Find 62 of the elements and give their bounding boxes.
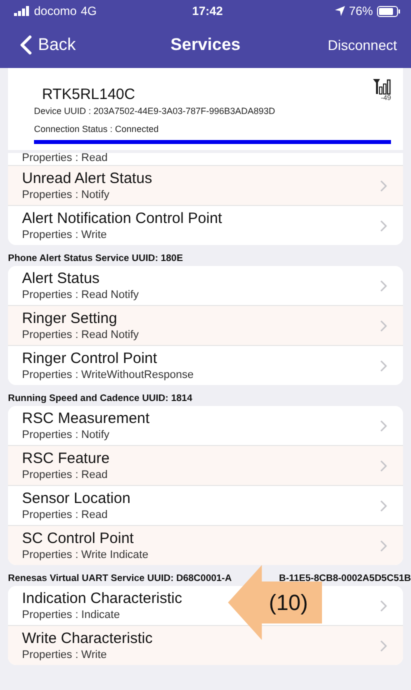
characteristic-row[interactable]: Properties : Read xyxy=(8,153,403,166)
location-arrow-icon xyxy=(334,6,345,16)
back-button[interactable]: Back xyxy=(20,35,76,55)
characteristic-row[interactable]: RSC Measurement Properties : Notify xyxy=(8,406,403,446)
characteristic-name: Alert Notification Control Point xyxy=(22,210,222,228)
characteristic-properties: Properties : Notify xyxy=(22,188,110,202)
characteristic-properties: Properties : Notify xyxy=(22,428,110,442)
chevron-right-icon xyxy=(380,420,387,432)
page-title: Services xyxy=(170,35,240,55)
carrier-name: docomo xyxy=(34,4,77,18)
characteristic-properties: Properties : Read Notify xyxy=(22,288,139,302)
characteristic-properties: Properties : WriteWithoutResponse xyxy=(22,368,194,382)
chevron-right-icon xyxy=(380,500,387,512)
service-header: Renesas Virtual UART Service UUID: D68C0001-A xyxy=(7,573,232,584)
characteristic-name: SC Control Point xyxy=(22,530,135,548)
device-uuid: Device UUID : 203A7502-44E9-3A03-787F-996B3ADA893D xyxy=(34,106,276,116)
chevron-right-icon xyxy=(380,600,387,612)
characteristic-name: Write Characteristic xyxy=(22,630,153,648)
characteristic-row[interactable]: Ringer Setting Properties : Read Notify xyxy=(8,306,403,346)
disconnect-button[interactable]: Disconnect xyxy=(328,37,397,53)
connection-status: Connection Status : Connected xyxy=(34,124,160,134)
characteristic-row[interactable]: Alert Status Properties : Read Notify xyxy=(8,266,403,306)
characteristic-properties: Properties : Read xyxy=(22,508,109,522)
characteristic-name: RSC Feature xyxy=(22,450,110,468)
chevron-right-icon xyxy=(380,540,387,552)
battery-percent: 76% xyxy=(348,4,373,18)
service-header: Running Speed and Cadence UUID: 1814 xyxy=(7,393,192,404)
signal-icon xyxy=(14,6,30,16)
characteristic-name: RSC Measurement xyxy=(22,410,150,428)
characteristic-properties: Properties : Write xyxy=(22,648,108,662)
battery-icon xyxy=(376,6,401,16)
characteristic-name: Indication Characteristic xyxy=(22,590,182,608)
characteristic-properties: Properties : Read Notify xyxy=(22,328,139,342)
chevron-left-icon xyxy=(20,35,32,55)
antenna-signal-icon xyxy=(373,78,391,95)
characteristic-properties: Properties : Read xyxy=(22,468,109,482)
service-header: Phone Alert Status Service UUID: 180E xyxy=(7,253,183,264)
chevron-right-icon xyxy=(380,460,387,472)
characteristic-name: Ringer Setting xyxy=(22,310,118,328)
service-header: B-11E5-8CB8-0002A5D5C51B xyxy=(278,573,411,584)
characteristic-properties: Properties : Write xyxy=(22,228,108,242)
characteristic-properties: Properties : Write Indicate xyxy=(22,548,148,562)
chevron-right-icon xyxy=(380,180,387,192)
chevron-right-icon xyxy=(380,360,387,372)
characteristic-name: Ringer Control Point xyxy=(22,350,158,368)
chevron-right-icon xyxy=(380,280,387,292)
characteristic-row[interactable]: Write Characteristic Properties : Write xyxy=(8,626,403,665)
callout-label: (10) xyxy=(268,590,308,616)
clock-time: 17:42 xyxy=(192,4,223,18)
characteristic-name: Sensor Location xyxy=(22,490,130,508)
characteristic-row[interactable]: SC Control Point Properties : Write Indicate xyxy=(8,526,403,565)
characteristic-properties: Properties : Indicate xyxy=(22,608,121,622)
characteristic-name: Alert Status xyxy=(22,270,101,288)
device-name: RTK5RL140C xyxy=(42,86,136,103)
characteristic-row[interactable]: RSC Feature Properties : Read xyxy=(8,446,403,486)
chevron-right-icon xyxy=(380,220,387,232)
chevron-right-icon xyxy=(380,320,387,332)
chevron-right-icon xyxy=(380,640,387,652)
characteristic-row[interactable]: Unread Alert Status Properties : Notify xyxy=(8,166,403,206)
characteristic-properties: Properties : Read xyxy=(22,153,108,165)
characteristic-name: Unread Alert Status xyxy=(22,170,152,188)
network-type: 4G xyxy=(80,4,97,18)
